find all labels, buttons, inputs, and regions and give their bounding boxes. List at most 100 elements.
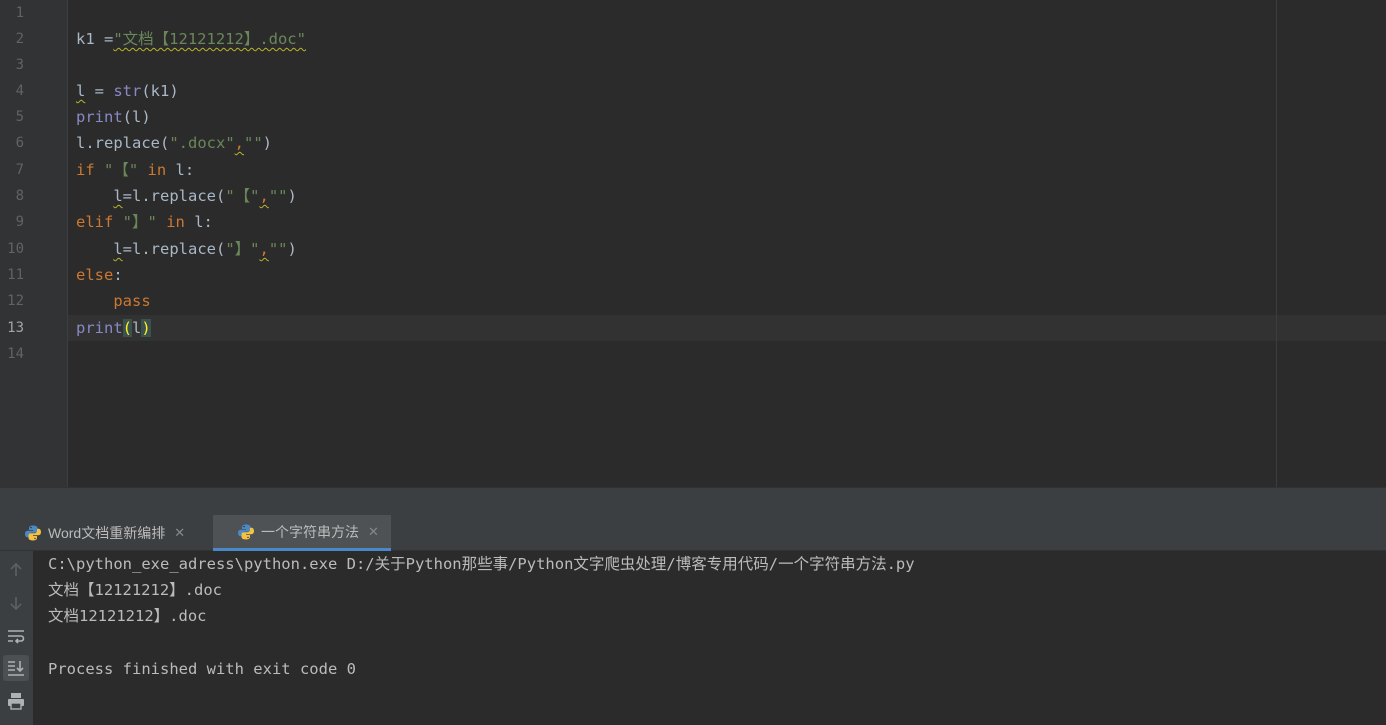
rerun-up-button[interactable] [3,557,29,583]
line-number: 3 [15,57,24,73]
line-number-gutter: 1 2 3 4 5 6 7 8 9 10 11 12 13 14 [0,0,68,487]
code-token: : [113,266,123,284]
code-token: ) [287,240,297,258]
console-output[interactable]: C:\python_exe_adress\python.exe D:/关于Pyt… [33,551,1386,725]
code-token: ) [287,187,297,205]
code-token: l: [166,161,195,179]
current-line-number: 13 [7,320,24,336]
line-number: 2 [15,31,24,47]
code-token: ) [262,134,273,152]
keyword: pass [113,292,151,310]
panel-splitter[interactable] [0,487,1386,515]
arrow-down-icon [10,597,22,611]
string-literal: "" [268,187,288,205]
console-exit-message: Process finished with exit code 0 [48,660,356,678]
line-number: 7 [15,162,24,178]
comma-token: , [259,187,269,205]
code-token: l [132,319,142,337]
code-token: (k1) [141,82,179,100]
string-literal: "" [244,134,263,152]
print-button[interactable] [3,688,29,714]
console-command-line: C:\python_exe_adress\python.exe D:/关于Pyt… [48,555,915,573]
line-number: 8 [15,188,24,204]
variable-name: l [113,240,123,258]
line-number: 12 [7,293,24,309]
string-literal: "文档【12121212】.doc" [113,30,306,48]
line-number: 4 [15,83,24,99]
code-line-11[interactable]: else: [76,262,123,288]
comma-token: , [259,240,269,258]
code-line-6[interactable]: l.replace(".docx","") [76,130,272,156]
variable-name: l [113,187,123,205]
keyword: if [76,161,95,179]
soft-wrap-button[interactable] [3,623,29,649]
line-number: 9 [15,214,24,230]
keyword: else [76,266,114,284]
print-icon [8,693,24,710]
keyword: in [166,213,185,231]
matched-paren-open: ( [122,319,133,337]
code-token: =l.replace( [122,240,226,258]
line-number: 1 [15,5,24,21]
code-line-9[interactable]: elif "】" in l: [76,209,213,235]
variable-name: l [76,82,86,100]
run-tool-window: Word文档重新编排 ✕ 一个字符串方法 ✕ C:\python_exe_adr… [0,487,1386,725]
keyword: in [147,161,167,179]
matched-paren-close: ) [141,319,151,337]
line-number: 10 [7,241,24,257]
scroll-down-button[interactable] [3,590,29,616]
code-line-12[interactable]: pass [76,288,151,314]
current-line-highlight [68,315,1386,341]
keyword: elif [76,213,114,231]
code-line-10[interactable]: l=l.replace("】","") [76,236,297,262]
comma-token: , [234,134,244,152]
code-token: (l) [122,108,151,126]
string-literal: "" [268,240,288,258]
python-icon [238,524,254,539]
code-token: k1 = [76,30,114,48]
arrow-up-icon [10,562,22,576]
console-output-line: 文档12121212】.doc [48,607,207,625]
run-tab-string-method[interactable]: 一个字符串方法 ✕ [213,515,391,551]
code-token: l.replace( [76,134,170,152]
line-number: 14 [7,346,24,362]
string-literal: "【" [225,187,260,205]
scroll-to-end-icon [8,661,24,676]
code-line-13[interactable]: print(l) [76,315,151,341]
code-token: l: [184,213,213,231]
close-icon[interactable]: ✕ [174,525,185,541]
run-tab-word-reformat[interactable]: Word文档重新编排 ✕ [0,515,213,551]
ide-window: 1 2 3 4 5 6 7 8 9 10 11 12 13 14 k1 ="文档… [0,0,1386,725]
run-side-toolbar [0,551,33,725]
python-icon [25,525,41,541]
builtin-name: print [76,108,123,126]
string-literal: ".docx" [169,134,235,152]
code-line-4[interactable]: l = str(k1) [76,78,179,104]
string-literal: "【" [104,161,139,179]
code-editor[interactable]: 1 2 3 4 5 6 7 8 9 10 11 12 13 14 k1 ="文档… [0,0,1386,487]
builtin-name: print [76,319,123,337]
code-token: =l.replace( [122,187,226,205]
string-literal: "】" [225,240,260,258]
tab-label: Word文档重新编排 [48,525,166,541]
builtin-name: str [113,82,142,100]
right-margin-guide [1276,0,1277,487]
line-number: 11 [7,267,24,283]
code-line-7[interactable]: if "【" in l: [76,157,194,183]
close-icon[interactable]: ✕ [368,524,379,540]
code-text-area[interactable]: k1 ="文档【12121212】.doc" l = str(k1) print… [68,0,1386,487]
code-line-5[interactable]: print(l) [76,104,151,130]
tab-label: 一个字符串方法 [261,523,359,540]
scroll-to-end-button[interactable] [3,655,29,681]
soft-wrap-icon [8,630,25,644]
run-tab-bar: Word文档重新编排 ✕ 一个字符串方法 ✕ [0,515,1386,551]
code-line-2[interactable]: k1 ="文档【12121212】.doc" [76,26,306,52]
console-output-line: 文档【12121212】.doc [48,581,222,599]
code-line-8[interactable]: l=l.replace("【","") [76,183,297,209]
